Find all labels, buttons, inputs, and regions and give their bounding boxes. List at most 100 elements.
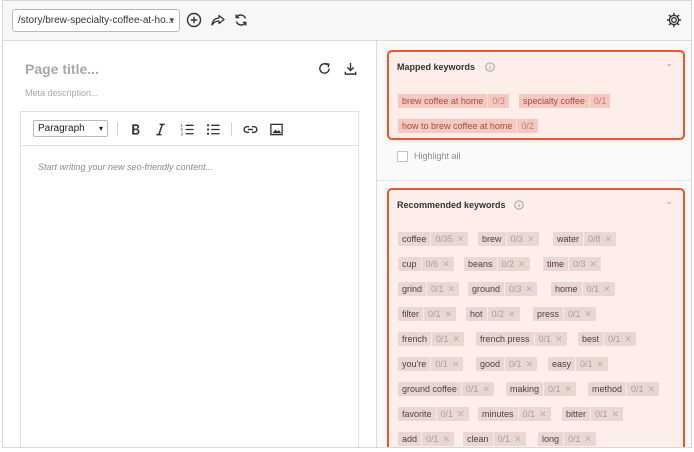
remove-keyword-icon[interactable]: ✕ [564,382,577,396]
recommended-keyword-chip[interactable]: favorite 0/1 ✕ [398,407,469,421]
keyword-label: long [542,434,560,444]
remove-keyword-icon[interactable]: ✕ [444,307,457,321]
recommended-keyword-chip[interactable]: long 0/1 ✕ [538,432,597,446]
chevron-down-icon[interactable]: ⌄ [665,196,673,207]
app-window: /story/brew-specialty-coffee-at-ho... ▾ … [2,0,692,448]
recommended-keyword-chip[interactable]: minutes 0/1 ✕ [478,407,551,421]
recommended-keyword-chip[interactable]: you're 0/1 ✕ [398,357,464,371]
remove-keyword-icon[interactable]: ✕ [456,407,469,421]
remove-keyword-icon[interactable]: ✕ [589,257,602,271]
recommended-keywords-title: Recommended keywords [397,200,506,210]
ordered-list-icon[interactable]: 123 [179,121,195,137]
recommended-keyword-chip[interactable]: brew 0/3 ✕ [478,232,539,246]
recommended-keyword-chip[interactable]: time 0/3 ✕ [543,257,602,271]
remove-keyword-icon[interactable]: ✕ [538,407,551,421]
recommended-keyword-chip[interactable]: ground 0/3 ✕ [468,282,538,296]
remove-keyword-icon[interactable]: ✕ [525,357,538,371]
remove-keyword-icon[interactable]: ✕ [481,382,494,396]
keyword-label: easy [552,359,572,369]
keyword-count: 0/1 [603,332,624,346]
page-title-input[interactable]: Page title... [25,61,99,77]
recommended-keyword-chip[interactable]: clean 0/1 ✕ [463,432,526,446]
recommended-keyword-chip[interactable]: french 0/1 ✕ [398,332,465,346]
remove-keyword-icon[interactable]: ✕ [451,357,464,371]
remove-keyword-icon[interactable]: ✕ [441,257,454,271]
recommended-keyword-chip[interactable]: making 0/1 ✕ [506,382,577,396]
recommended-keyword-chip[interactable]: filter 0/1 ✕ [398,307,457,321]
remove-keyword-icon[interactable]: ✕ [584,432,597,446]
remove-keyword-icon[interactable]: ✕ [525,282,538,296]
keyword-count: 0/8 [583,232,604,246]
top-toolbar: /story/brew-specialty-coffee-at-ho... ▾ [3,1,691,41]
recommended-keyword-chip[interactable]: bitter 0/1 ✕ [562,407,624,421]
remove-keyword-icon[interactable]: ✕ [452,332,465,346]
recommended-keyword-chip[interactable]: best 0/1 ✕ [578,332,637,346]
recommended-keyword-chip[interactable]: ground coffee 0/1 ✕ [398,382,494,396]
remove-keyword-icon[interactable]: ✕ [604,232,617,246]
url-select[interactable]: /story/brew-specialty-coffee-at-ho... ▾ [12,9,180,32]
bold-icon[interactable] [127,121,143,137]
mapped-keywords-card: Mapped keywords ⌄ brew coffee at home 0/… [387,50,685,140]
keyword-label: home [555,284,578,294]
remove-keyword-icon[interactable]: ✕ [611,407,624,421]
add-circle-icon[interactable] [185,10,203,30]
keyword-count: 0/6 [420,257,442,271]
keyword-count: 0/1 [460,382,482,396]
remove-keyword-icon[interactable]: ✕ [447,282,460,296]
highlight-all-toggle[interactable]: Highlight all [397,149,461,163]
keyword-label: press [537,309,560,319]
remove-keyword-icon[interactable]: ✕ [624,332,637,346]
content-body[interactable]: Start writing your new seo-friendly cont… [38,162,213,172]
keyword-label: hot [470,309,483,319]
mapped-keyword-chip[interactable]: specialty coffee 0/1 [519,94,611,108]
keyword-label: clean [467,434,489,444]
meta-description-input[interactable]: Meta description... [25,88,99,98]
remove-keyword-icon[interactable]: ✕ [554,332,567,346]
remove-keyword-icon[interactable]: ✕ [517,257,530,271]
reload-icon[interactable] [315,59,333,77]
recommended-keyword-chip[interactable]: coffee 0/35 ✕ [398,232,469,246]
keyword-label: french [402,334,428,344]
keyword-label: beans [468,259,493,269]
bullet-list-icon[interactable] [205,121,221,137]
italic-icon[interactable] [152,121,168,137]
info-icon[interactable] [513,199,524,210]
recommended-keywords-card: Recommended keywords ⌄ coffee 0/35 ✕ brew 0/… [387,188,685,447]
recommended-keyword-chip[interactable]: good 0/1 ✕ [476,357,538,371]
recommended-keyword-chip[interactable]: cup 0/6 ✕ [398,257,454,271]
mapped-keyword-chip[interactable]: how to brew coffee at home 0/2 [398,119,538,133]
remove-keyword-icon[interactable]: ✕ [596,357,609,371]
image-icon[interactable] [268,121,284,137]
recommended-keyword-chip[interactable]: method 0/1 ✕ [588,382,660,396]
remove-keyword-icon[interactable]: ✕ [647,382,660,396]
link-icon[interactable] [242,121,258,137]
recommended-keyword-chip[interactable]: water 0/8 ✕ [553,232,617,246]
recommended-keyword-chip[interactable]: press 0/1 ✕ [533,307,597,321]
recommended-keyword-chip[interactable]: french press 0/1 ✕ [476,332,567,346]
remove-keyword-icon[interactable]: ✕ [526,232,539,246]
recommended-keyword-chip[interactable]: easy 0/1 ✕ [548,357,609,371]
chevron-down-icon[interactable]: ⌄ [665,58,673,69]
mapped-keyword-chip[interactable]: brew coffee at home 0/3 [398,94,509,108]
share-icon[interactable] [209,10,227,30]
paragraph-style-select[interactable]: Paragraph ▾ [33,120,108,137]
recommended-keyword-chip[interactable]: beans 0/2 ✕ [464,257,530,271]
remove-keyword-icon[interactable]: ✕ [602,282,615,296]
remove-keyword-icon[interactable]: ✕ [507,307,520,321]
recommended-keyword-chip[interactable]: grind 0/1 ✕ [398,282,460,296]
keyword-label: best [582,334,600,344]
remove-keyword-icon[interactable]: ✕ [442,432,455,446]
refresh-icon[interactable] [232,10,250,30]
gear-icon[interactable] [665,10,683,30]
info-icon[interactable] [484,61,495,72]
recommended-keyword-chip[interactable]: hot 0/2 ✕ [466,307,520,321]
recommended-keyword-chip[interactable]: add 0/1 ✕ [398,432,455,446]
download-icon[interactable] [341,59,359,77]
highlight-all-checkbox[interactable] [397,150,408,162]
recommended-keyword-chip[interactable]: home 0/1 ✕ [551,282,615,296]
remove-keyword-icon[interactable]: ✕ [456,232,469,246]
remove-keyword-icon[interactable]: ✕ [584,307,597,321]
remove-keyword-icon[interactable]: ✕ [513,432,526,446]
keyword-label: ground coffee [402,384,457,394]
keyword-label: ground [472,284,501,294]
